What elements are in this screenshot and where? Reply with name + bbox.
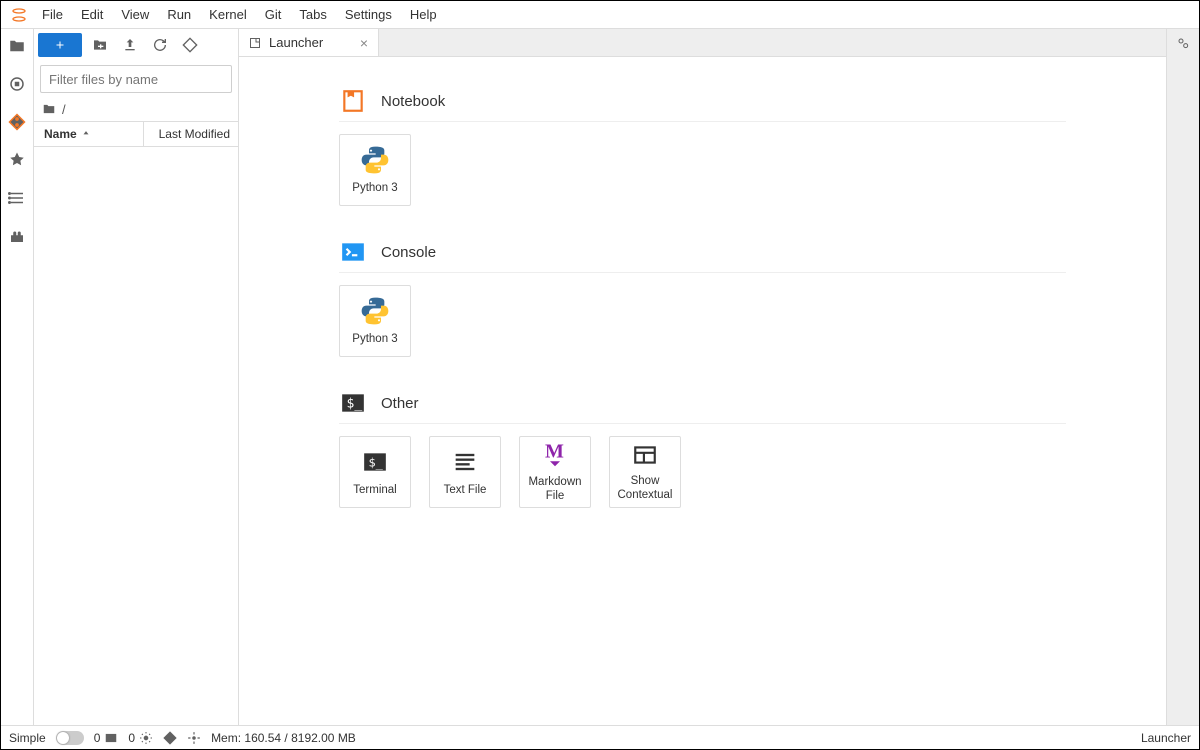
commands-icon[interactable]	[8, 151, 26, 169]
card-label: Text File	[444, 484, 487, 498]
section-title: Other	[381, 395, 419, 412]
git-icon[interactable]	[8, 113, 26, 131]
menu-run[interactable]: Run	[158, 3, 200, 26]
svg-text:$_: $_	[347, 396, 363, 411]
file-browser: / Name Last Modified	[34, 29, 239, 725]
breadcrumb[interactable]: /	[34, 97, 238, 121]
card-label: Show Contextual	[614, 475, 676, 503]
menu-bar: File Edit View Run Kernel Git Tabs Setti…	[1, 1, 1199, 29]
tab-bar: Launcher ×	[239, 29, 1166, 57]
filter-input[interactable]	[49, 72, 225, 87]
card-textfile[interactable]: Text File	[429, 436, 501, 508]
launcher-tab-icon	[249, 37, 261, 49]
simple-toggle[interactable]	[56, 731, 84, 745]
markdown-icon: M	[539, 440, 571, 470]
card-contextual[interactable]: Show Contextual	[609, 436, 681, 508]
toc-icon[interactable]	[8, 189, 26, 207]
status-bar: Simple 0 0 Mem: 160.54 / 8192.00 MB Laun…	[1, 725, 1199, 749]
terminal-status-icon	[104, 731, 118, 745]
card-label: Markdown File	[524, 476, 586, 504]
work-area: Launcher × Notebook Python 3 Console	[239, 29, 1166, 725]
svg-text:M: M	[545, 441, 564, 463]
folder-icon[interactable]	[8, 37, 26, 55]
menu-kernel[interactable]: Kernel	[200, 3, 256, 26]
property-inspector-rail	[1166, 29, 1199, 725]
status-kernels[interactable]: 0	[128, 731, 153, 745]
filter-box	[40, 65, 232, 93]
tab-title: Launcher	[269, 35, 323, 50]
jupyter-logo-icon	[11, 7, 27, 23]
git-toolbar-button[interactable]	[178, 33, 202, 57]
file-list	[34, 147, 238, 725]
console-section-icon	[339, 238, 367, 266]
activity-bar	[1, 29, 34, 725]
tab-close-button[interactable]: ×	[360, 35, 368, 51]
memory-status[interactable]: Mem: 160.54 / 8192.00 MB	[211, 731, 356, 745]
menu-tabs[interactable]: Tabs	[290, 3, 335, 26]
running-icon[interactable]	[8, 75, 26, 93]
refresh-button[interactable]	[148, 33, 172, 57]
python-icon	[359, 144, 391, 176]
simple-label: Simple	[9, 731, 46, 745]
kernel-status-icon	[139, 731, 153, 745]
python-icon	[359, 295, 391, 327]
card-markdown[interactable]: M Markdown File	[519, 436, 591, 508]
file-list-header: Name Last Modified	[34, 121, 238, 147]
section-notebook: Notebook	[339, 87, 1066, 122]
section-title: Console	[381, 244, 436, 261]
status-terminals[interactable]: 0	[94, 731, 119, 745]
new-launcher-button[interactable]	[38, 33, 82, 57]
card-terminal[interactable]: $_ Terminal	[339, 436, 411, 508]
status-mode: Launcher	[1141, 731, 1191, 745]
section-other: $_ Other	[339, 389, 1066, 424]
new-folder-button[interactable]	[88, 33, 112, 57]
terminal-icon: $_	[359, 446, 391, 478]
card-label: Python 3	[352, 182, 397, 196]
contextual-icon	[629, 441, 661, 469]
other-section-icon: $_	[339, 389, 367, 417]
sort-asc-icon	[81, 129, 91, 139]
menu-git[interactable]: Git	[256, 3, 291, 26]
textfile-icon	[449, 446, 481, 478]
section-title: Notebook	[381, 93, 445, 110]
breadcrumb-path: /	[62, 102, 66, 117]
git-status-icon[interactable]	[163, 731, 177, 745]
menu-file[interactable]: File	[33, 3, 72, 26]
col-name[interactable]: Name	[34, 127, 143, 141]
lsp-status-icon[interactable]	[187, 731, 201, 745]
svg-text:$_: $_	[369, 455, 384, 469]
launcher-body: Notebook Python 3 Console Python 3	[239, 57, 1166, 725]
notebook-section-icon	[339, 87, 367, 115]
menu-edit[interactable]: Edit	[72, 3, 112, 26]
file-toolbar	[34, 29, 238, 61]
gears-icon[interactable]	[1175, 35, 1191, 51]
menu-view[interactable]: View	[112, 3, 158, 26]
tab-launcher[interactable]: Launcher ×	[239, 29, 379, 56]
card-label: Python 3	[352, 333, 397, 347]
card-label: Terminal	[353, 484, 396, 498]
card-notebook-python3[interactable]: Python 3	[339, 134, 411, 206]
col-modified[interactable]: Last Modified	[143, 122, 238, 146]
card-console-python3[interactable]: Python 3	[339, 285, 411, 357]
section-console: Console	[339, 238, 1066, 273]
menu-settings[interactable]: Settings	[336, 3, 401, 26]
upload-button[interactable]	[118, 33, 142, 57]
extensions-icon[interactable]	[8, 227, 26, 245]
folder-icon	[42, 102, 56, 116]
menu-help[interactable]: Help	[401, 3, 446, 26]
